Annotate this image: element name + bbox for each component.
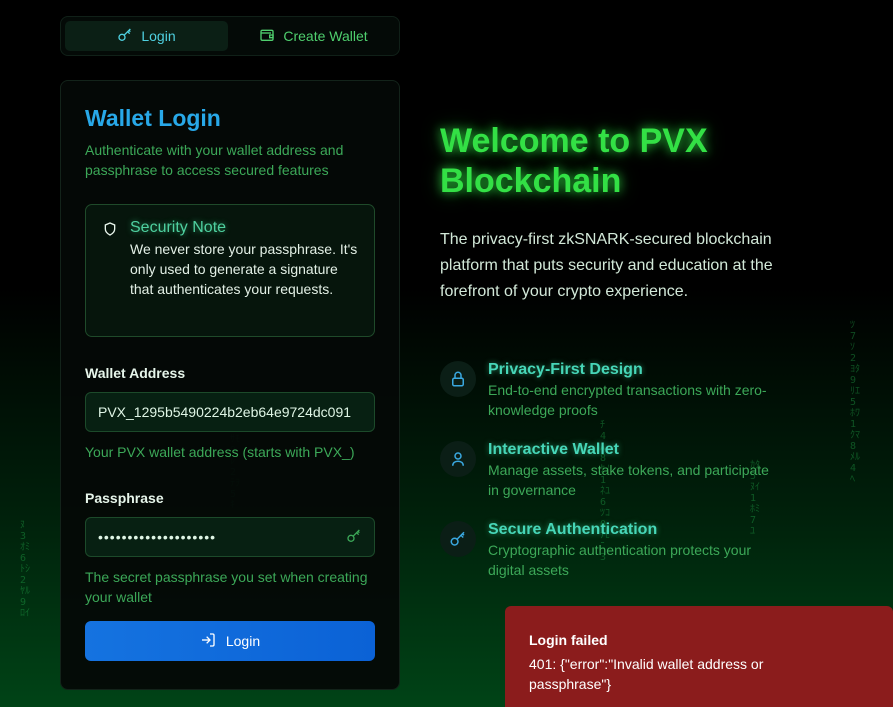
feature-text: End-to-end encrypted transactions with z…	[488, 382, 767, 418]
key-icon[interactable]	[346, 528, 362, 547]
wallet-address-hint: Your PVX wallet address (starts with PVX…	[85, 444, 355, 460]
error-toast[interactable]: Login failed 401: {"error":"Invalid wall…	[505, 606, 893, 707]
matrix-rain-decoration: ﾂ7ｿ2ﾖﾀ9ﾘｴ5ﾎﾜ1ｸﾏ8ﾒﾙ4ﾍ	[850, 320, 860, 485]
feature-title: Secure Authentication	[488, 521, 658, 538]
tab-create-wallet-label: Create Wallet	[283, 28, 368, 44]
key-icon	[117, 27, 133, 46]
card-title: Wallet Login	[85, 105, 221, 131]
feature-wallet: Interactive Wallet Manage assets, stake …	[440, 441, 778, 500]
feature-title: Interactive Wallet	[488, 441, 620, 458]
feature-text: Manage assets, stake tokens, and partici…	[488, 462, 769, 498]
card-subtitle: Authenticate with your wallet address an…	[85, 142, 344, 178]
tab-login[interactable]: Login	[65, 21, 228, 51]
passphrase-label: Passphrase	[85, 490, 164, 506]
feature-text: Cryptographic authentication protects yo…	[488, 542, 752, 578]
toast-message: 401: {"error":"Invalid wallet address or…	[529, 656, 764, 692]
wallet-address-label: Wallet Address	[85, 365, 186, 381]
login-button-label: Login	[225, 633, 261, 649]
matrix-rain-decoration: ﾇ3ｵﾐ6ﾄｼ2ﾔﾙ9ﾛｲ	[20, 520, 30, 619]
security-note: Security Note We never store your passph…	[85, 204, 375, 337]
passphrase-hint: The secret passphrase you set when creat…	[85, 569, 368, 605]
auth-tabs: Login Create Wallet	[60, 16, 400, 56]
wallet-icon	[259, 27, 275, 46]
feature-title: Privacy-First Design	[488, 361, 643, 378]
hero-description: The privacy-first zkSNARK-secured blockc…	[440, 231, 773, 300]
lock-icon	[440, 361, 476, 397]
user-icon	[440, 441, 476, 477]
passphrase-input[interactable]: ••••••••••••••••••••	[85, 517, 375, 557]
wallet-address-value: PVX_1295b5490224b2eb64e9724dc091	[98, 404, 352, 420]
wallet-address-input[interactable]: PVX_1295b5490224b2eb64e9724dc091	[85, 392, 375, 432]
hero-title: Welcome to PVX Blockchain	[440, 122, 708, 200]
key-icon	[440, 521, 476, 557]
security-note-text: We never store your passphrase. It's onl…	[130, 241, 358, 297]
tab-create-wallet[interactable]: Create Wallet	[232, 21, 395, 51]
security-note-title: Security Note	[130, 219, 227, 236]
login-enter-icon	[200, 632, 216, 651]
toast-title: Login failed	[529, 632, 608, 648]
shield-icon	[102, 219, 118, 320]
tab-login-label: Login	[141, 28, 176, 44]
login-card: Wallet Login Authenticate with your wall…	[60, 80, 400, 690]
feature-auth: Secure Authentication Cryptographic auth…	[440, 521, 778, 580]
passphrase-value: ••••••••••••••••••••	[98, 529, 217, 545]
login-button[interactable]: Login	[85, 621, 375, 661]
feature-privacy: Privacy-First Design End-to-end encrypte…	[440, 361, 778, 420]
